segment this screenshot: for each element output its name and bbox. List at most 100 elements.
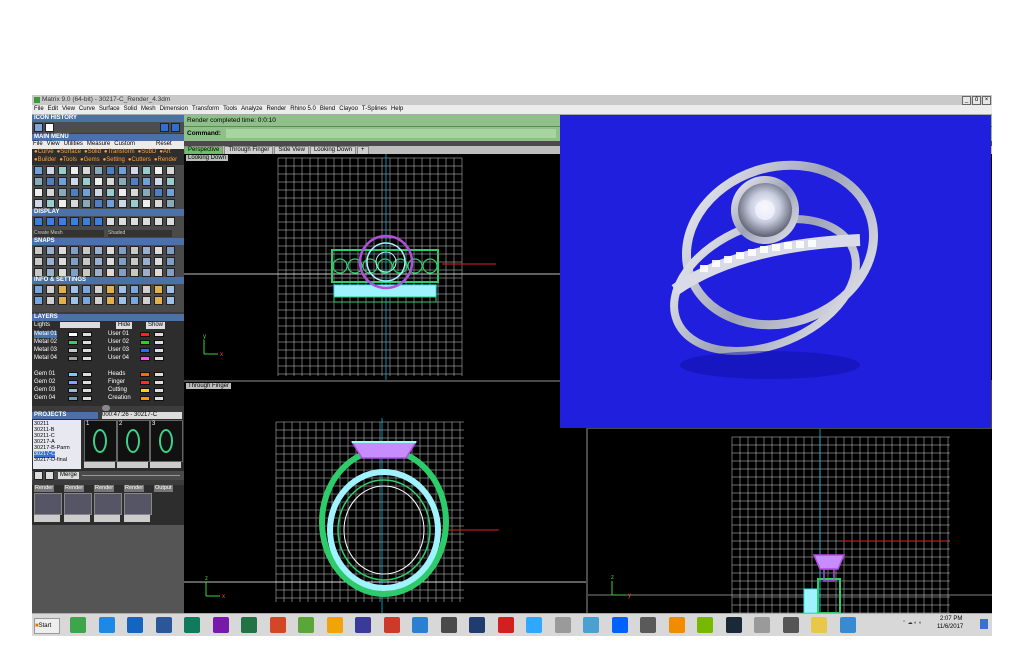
render-thumbnail[interactable]: [94, 493, 122, 515]
tab-looking-down[interactable]: Looking Down: [309, 146, 356, 154]
toolgrid-tool-icon[interactable]: [106, 199, 115, 208]
infogrid-tool-icon[interactable]: [154, 296, 163, 305]
reset-button[interactable]: Reset: [156, 141, 172, 148]
layer-item[interactable]: Gem 02: [34, 379, 55, 386]
menu-curve[interactable]: Curve: [77, 105, 97, 114]
toolgrid-tool-icon[interactable]: [34, 188, 43, 197]
close-button[interactable]: ×: [982, 96, 991, 105]
toolgrid-tool-icon[interactable]: [166, 166, 175, 175]
toolgrid-tool-icon[interactable]: [142, 188, 151, 197]
category-transform[interactable]: ●Transform: [104, 149, 135, 155]
snapgrid-tool-icon[interactable]: [94, 268, 103, 277]
thumbnail-controls[interactable]: [84, 462, 115, 468]
infogrid-tool-icon[interactable]: [34, 285, 43, 294]
toolgrid-tool-icon[interactable]: [154, 188, 163, 197]
snapgrid-tool-icon[interactable]: [34, 268, 43, 277]
layer-toggle[interactable]: [82, 388, 92, 393]
app-icon[interactable]: [412, 617, 428, 633]
infogrid-tool-icon[interactable]: [46, 285, 55, 294]
snapgrid-tool-icon[interactable]: [166, 268, 175, 277]
publisher-icon[interactable]: [184, 617, 200, 633]
snapgrid-tool-icon[interactable]: [130, 257, 139, 266]
display-mode-icon[interactable]: [34, 217, 43, 226]
toolgrid-tool-icon[interactable]: [82, 199, 91, 208]
menu-surface[interactable]: Surface: [97, 105, 122, 114]
infogrid-tool-icon[interactable]: [106, 285, 115, 294]
project-list[interactable]: 30211 30211-B 30211-C 30217-A 30217-B-Parm 30…: [33, 420, 81, 469]
layer-toggle[interactable]: [82, 372, 92, 377]
infogrid-tool-icon[interactable]: [154, 285, 163, 294]
merge-button[interactable]: Merge: [58, 472, 80, 479]
snapgrid-tool-icon[interactable]: [154, 257, 163, 266]
main-menu-items[interactable]: File View Utilities Measure Custom: [33, 141, 139, 148]
snapgrid-tool-icon[interactable]: [106, 257, 115, 266]
infogrid-tool-icon[interactable]: [58, 285, 67, 294]
layer-toggle[interactable]: [154, 380, 164, 385]
layer-color-swatch[interactable]: [68, 340, 78, 345]
menu-analyze[interactable]: Analyze: [239, 105, 264, 114]
notification-icon[interactable]: [980, 619, 988, 629]
layer-color-swatch[interactable]: [68, 356, 78, 361]
category-builder[interactable]: ●Builder: [34, 157, 56, 163]
toolgrid-tool-icon[interactable]: [70, 166, 79, 175]
snapgrid-tool-icon[interactable]: [118, 246, 127, 255]
menu-transform[interactable]: Transform: [190, 105, 221, 114]
history-icon[interactable]: [34, 123, 43, 132]
infogrid-tool-icon[interactable]: [70, 285, 79, 294]
toolgrid-tool-icon[interactable]: [58, 188, 67, 197]
layer-item[interactable]: Gem 04: [34, 395, 55, 402]
toolgrid-tool-icon[interactable]: [130, 188, 139, 197]
toolgrid-tool-icon[interactable]: [58, 166, 67, 175]
infogrid-tool-icon[interactable]: [58, 296, 67, 305]
render-thumbnail-controls[interactable]: [124, 515, 150, 522]
substance-icon[interactable]: [355, 617, 371, 633]
toolgrid-tool-icon[interactable]: [70, 177, 79, 186]
display-mode-icon[interactable]: [46, 217, 55, 226]
toolgrid-tool-icon[interactable]: [106, 188, 115, 197]
layer-color-swatch[interactable]: [140, 348, 150, 353]
infogrid-tool-icon[interactable]: [70, 296, 79, 305]
menu-mesh[interactable]: Mesh: [139, 105, 158, 114]
snapgrid-tool-icon[interactable]: [154, 268, 163, 277]
toolgrid-tool-icon[interactable]: [154, 199, 163, 208]
toolgrid-tool-icon[interactable]: [34, 177, 43, 186]
category-subd[interactable]: ●SubD: [138, 149, 157, 155]
rhino-icon[interactable]: [754, 617, 770, 633]
layer-item[interactable]: Gem 01: [34, 371, 55, 378]
layer-item[interactable]: User 02: [108, 339, 129, 346]
toolgrid-tool-icon[interactable]: [58, 177, 67, 186]
tab--[interactable]: +: [357, 146, 369, 154]
toolgrid-tool-icon[interactable]: [130, 177, 139, 186]
layer-color-swatch[interactable]: [140, 396, 150, 401]
infogrid-tool-icon[interactable]: [94, 285, 103, 294]
toolgrid-tool-icon[interactable]: [94, 177, 103, 186]
toolgrid-tool-icon[interactable]: [154, 177, 163, 186]
app2-icon[interactable]: [440, 617, 457, 633]
snapgrid-tool-icon[interactable]: [34, 257, 43, 266]
toolgrid-tool-icon[interactable]: [46, 199, 55, 208]
menu-view[interactable]: View: [60, 105, 77, 114]
snapgrid-tool-icon[interactable]: [106, 268, 115, 277]
toolgrid-tool-icon[interactable]: [154, 166, 163, 175]
project-thumbnail[interactable]: 2: [117, 420, 150, 462]
toolgrid-tool-icon[interactable]: [106, 166, 115, 175]
toolgrid-tool-icon[interactable]: [94, 166, 103, 175]
toolgrid-tool-icon[interactable]: [130, 199, 139, 208]
snapgrid-tool-icon[interactable]: [34, 246, 43, 255]
project-item[interactable]: 30217-D-final: [34, 457, 67, 464]
clock-date[interactable]: 11/6/2017: [937, 624, 963, 630]
command-input[interactable]: [226, 129, 556, 138]
toolgrid-tool-icon[interactable]: [70, 188, 79, 197]
snapgrid-tool-icon[interactable]: [70, 257, 79, 266]
category-setting[interactable]: ●Setting: [103, 157, 125, 163]
toolgrid-tool-icon[interactable]: [166, 177, 175, 186]
toolgrid-tool-icon[interactable]: [46, 188, 55, 197]
layer-color-swatch[interactable]: [140, 332, 150, 337]
display-mode-icon[interactable]: [142, 217, 151, 226]
category-art[interactable]: ●Art: [159, 149, 170, 155]
security-icon[interactable]: [326, 617, 343, 633]
onenote-icon[interactable]: [212, 617, 229, 633]
snapgrid-tool-icon[interactable]: [46, 268, 55, 277]
tools-icon[interactable]: [554, 617, 571, 633]
category-tools[interactable]: ●Tools: [59, 157, 77, 163]
